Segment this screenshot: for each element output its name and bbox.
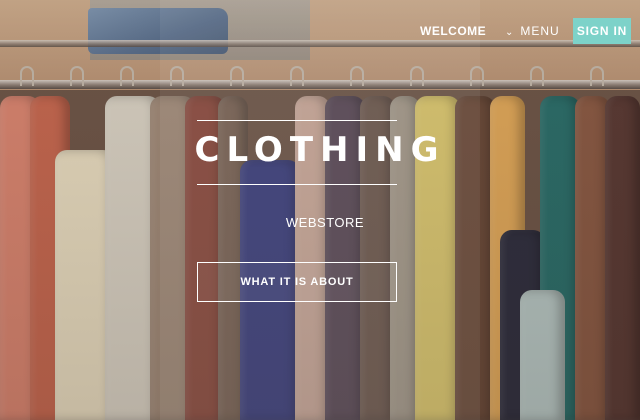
nav-menu-label: MENU bbox=[520, 24, 560, 38]
nav-menu-toggle[interactable]: ⌄ MENU bbox=[505, 24, 560, 38]
sign-in-button[interactable]: SIGN IN bbox=[573, 18, 631, 44]
about-button[interactable]: WHAT IT IS ABOUT bbox=[197, 262, 397, 302]
nav-welcome-link[interactable]: WELCOME bbox=[420, 24, 486, 38]
page-title: CLOTHING bbox=[194, 130, 446, 170]
title-rule-bottom bbox=[197, 184, 397, 185]
chevron-down-icon: ⌄ bbox=[505, 27, 515, 38]
page-subtitle: WEBSTORE bbox=[285, 215, 365, 230]
top-nav: WELCOME ⌄ MENU SIGN IN bbox=[0, 0, 640, 60]
title-rule-top bbox=[197, 120, 397, 121]
center-panel bbox=[160, 0, 480, 420]
hero-background bbox=[0, 0, 640, 420]
